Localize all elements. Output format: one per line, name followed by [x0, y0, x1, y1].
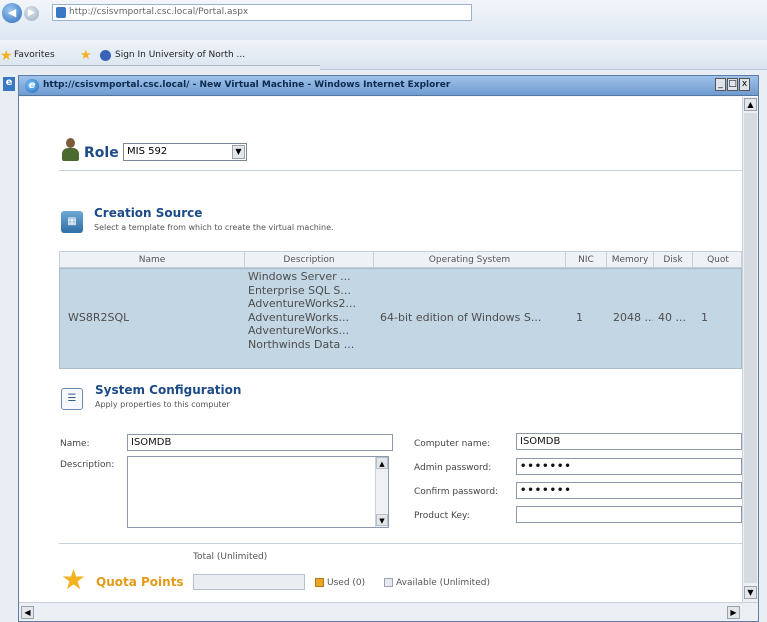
confirm-password-field[interactable]: •••••••	[516, 482, 742, 499]
tab-strip	[0, 65, 320, 73]
description-line: Northwinds Data ...	[248, 337, 355, 351]
column-header-quota[interactable]: Quot	[693, 255, 742, 265]
address-bar[interactable]: http://csisvmportal.csc.local/Portal.asp…	[52, 4, 472, 21]
user-role-icon	[61, 138, 79, 162]
back-button[interactable]: ◀	[2, 3, 22, 23]
used-legend-label: Used (0)	[327, 578, 366, 588]
column-header-memory[interactable]: Memory	[607, 255, 653, 265]
computer-name-field[interactable]: ISOMDB	[516, 433, 742, 450]
favorites-star-icon[interactable]: ★	[0, 48, 13, 64]
role-select[interactable]: MIS 592 ▼	[123, 143, 247, 161]
quota-progress-bar	[193, 574, 305, 590]
available-legend-swatch	[384, 578, 393, 587]
horizontal-scrollbar[interactable]: ◀ ▶	[19, 602, 758, 621]
column-header-nic[interactable]: NIC	[566, 255, 606, 265]
configuration-list-icon: ☰	[61, 388, 83, 410]
scrollbar-thumb[interactable]	[744, 113, 757, 583]
column-header-description[interactable]: Description	[245, 255, 373, 265]
confirm-password-label: Confirm password:	[414, 487, 499, 497]
address-text: http://csisvmportal.csc.local/Portal.asp…	[69, 7, 249, 17]
description-line: AdventureWorks2...	[248, 297, 356, 310]
cell-quota: 1	[701, 311, 708, 324]
popup-window: e e http://csisvmportal.csc.local/ - New…	[3, 75, 759, 622]
system-configuration-title: System Configuration	[95, 383, 242, 397]
browser-toolbar: ◀ ▶ http://csisvmportal.csc.local/Portal…	[0, 0, 767, 40]
cell-description: Windows Server ... Enterprise SQL S... A…	[248, 270, 372, 351]
forward-arrow-icon: ▶	[28, 8, 35, 18]
cell-disk: 40 ...	[658, 311, 686, 324]
favorites-button[interactable]: Favorites	[14, 50, 55, 60]
ie-logo-icon: e	[25, 79, 39, 93]
textarea-scrollbar[interactable]: ▲ ▼	[375, 457, 388, 527]
template-icon: ▦	[61, 211, 83, 233]
cell-memory: 2048 ...	[613, 311, 653, 324]
scroll-up-icon[interactable]: ▲	[744, 98, 757, 111]
vertical-scrollbar[interactable]: ▲ ▼	[742, 97, 758, 602]
description-line: AdventureWorks...	[248, 324, 349, 337]
role-label: Role	[84, 145, 119, 161]
column-header-name[interactable]: Name	[60, 255, 244, 265]
table-row[interactable]: WS8R2SQL Windows Server ... Enterprise S…	[59, 268, 742, 369]
scroll-down-icon[interactable]: ▼	[744, 586, 757, 599]
system-configuration-subtitle: Apply properties to this computer	[95, 400, 230, 409]
available-legend-label: Available (Unlimited)	[396, 578, 490, 588]
admin-password-label: Admin password:	[414, 463, 492, 473]
maximize-button[interactable]: □	[727, 78, 738, 91]
forward-button[interactable]: ▶	[24, 6, 39, 21]
column-header-disk[interactable]: Disk	[654, 255, 692, 265]
minimize-button[interactable]: _	[715, 78, 726, 91]
description-textarea[interactable]: ▲ ▼	[127, 456, 389, 528]
scroll-up-icon[interactable]: ▲	[376, 457, 388, 469]
chevron-down-icon[interactable]: ▼	[232, 145, 245, 159]
popup-title: http://csisvmportal.csc.local/ - New Vir…	[43, 80, 451, 90]
scroll-down-icon[interactable]: ▼	[376, 514, 388, 526]
favorite-link[interactable]: Sign In University of North ...	[100, 50, 245, 60]
scroll-left-icon[interactable]: ◀	[21, 606, 34, 619]
back-arrow-icon: ◀	[7, 6, 17, 19]
column-header-os[interactable]: Operating System	[374, 255, 565, 265]
name-field[interactable]: ISOMDB	[127, 434, 393, 451]
used-legend-swatch	[315, 578, 324, 587]
description-line: AdventureWorks...	[248, 310, 349, 324]
description-label: Description:	[60, 460, 115, 470]
cell-name: WS8R2SQL	[68, 311, 130, 324]
page-icon	[56, 7, 66, 18]
add-favorite-icon[interactable]: ★	[80, 48, 92, 63]
description-line: Enterprise SQL S...	[248, 283, 351, 297]
name-label: Name:	[60, 439, 90, 449]
quota-star-icon: ★	[61, 563, 87, 596]
product-key-field[interactable]	[516, 506, 742, 523]
divider	[59, 170, 742, 171]
computer-name-label: Computer name:	[414, 439, 491, 449]
admin-password-field[interactable]: •••••••	[516, 458, 742, 475]
divider	[59, 543, 742, 544]
cell-os: 64-bit edition of Windows S...	[380, 311, 542, 324]
scroll-right-icon[interactable]: ▶	[727, 606, 740, 619]
role-select-value: MIS 592	[127, 146, 168, 157]
creation-source-subtitle: Select a template from which to create t…	[94, 223, 334, 232]
description-line: Windows Server ...	[248, 270, 351, 283]
product-key-label: Product Key:	[414, 511, 470, 521]
cell-nic: 1	[576, 311, 583, 324]
creation-source-title: Creation Source	[94, 206, 203, 220]
grid-header: Name Description Operating System NIC Me…	[59, 251, 742, 268]
page-content: Role MIS 592 ▼ ▦ Creation Source Select …	[19, 97, 742, 602]
popup-titlebar[interactable]: e http://csisvmportal.csc.local/ - New V…	[19, 76, 758, 96]
close-button[interactable]: x	[739, 78, 750, 91]
quota-total-label: Total (Unlimited)	[193, 552, 268, 562]
ie-icon: e	[3, 77, 15, 91]
quota-points-title: Quota Points	[96, 575, 184, 589]
